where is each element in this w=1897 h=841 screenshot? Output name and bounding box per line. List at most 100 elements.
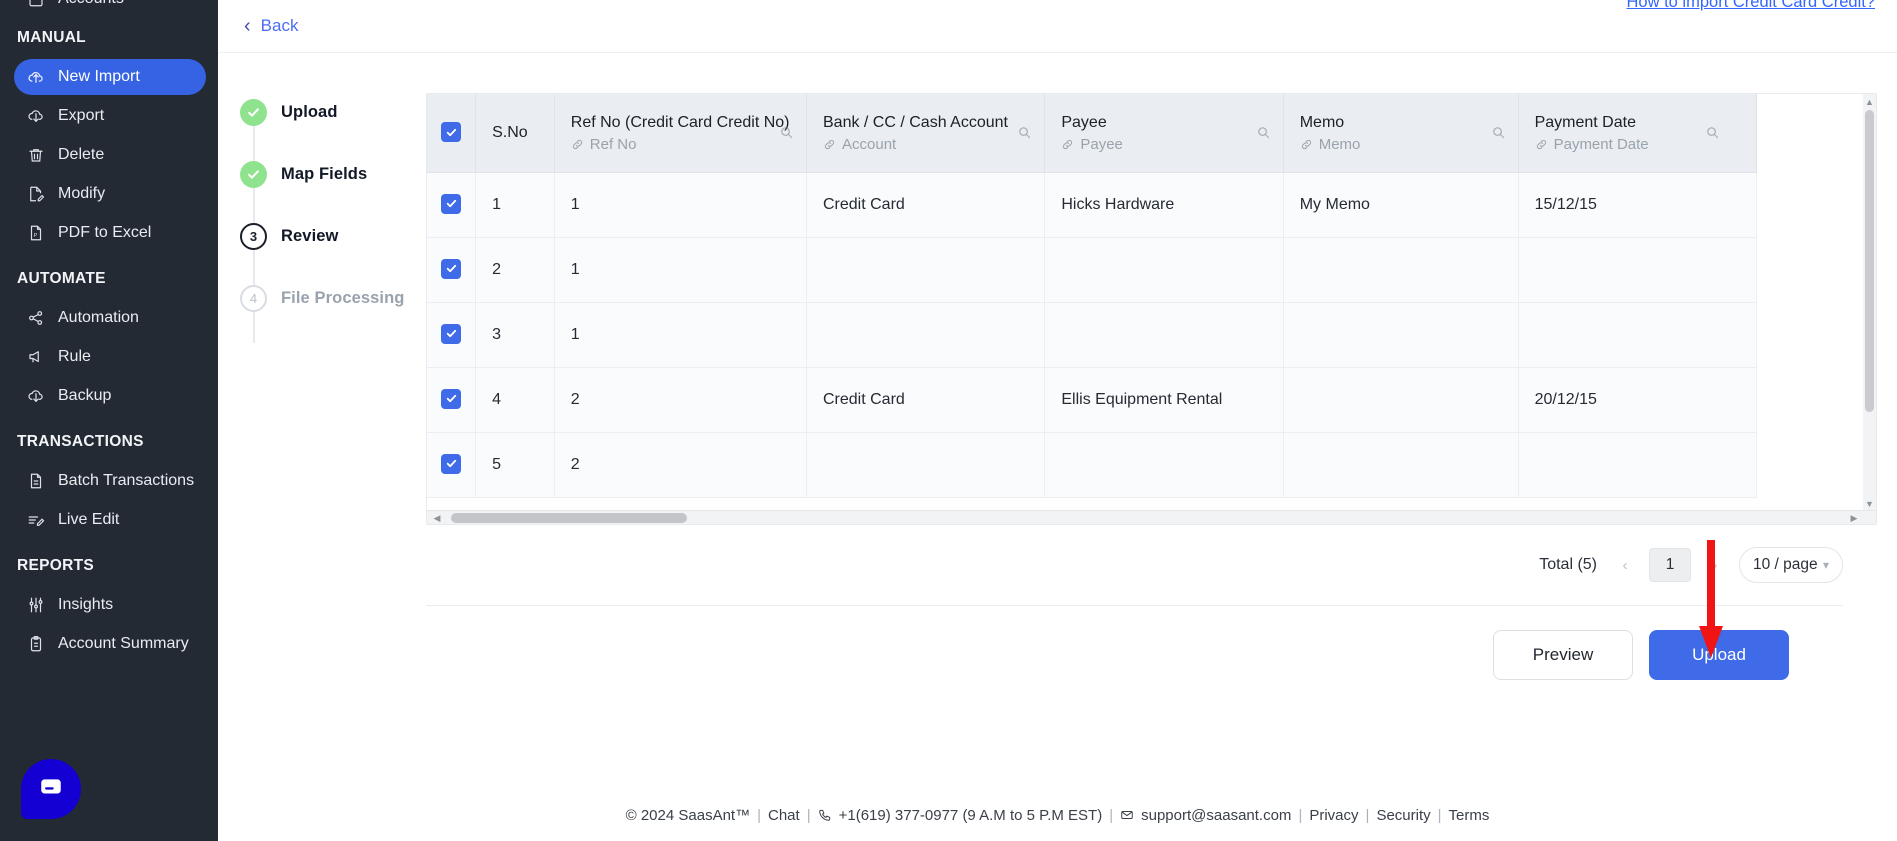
search-icon[interactable]	[1491, 125, 1506, 140]
step-review[interactable]: 3 Review	[240, 221, 426, 251]
vertical-scroll-thumb[interactable]	[1865, 110, 1874, 412]
step-map-fields[interactable]: Map Fields	[240, 159, 426, 189]
footer-security-link[interactable]: Security	[1376, 807, 1430, 824]
page-size-value: 10 / page	[1753, 556, 1818, 573]
search-icon[interactable]	[779, 125, 794, 140]
sidebar-item-accounts[interactable]: Accounts	[14, 0, 206, 10]
prev-page-button[interactable]: ‹	[1614, 557, 1636, 574]
cell-payee[interactable]	[1044, 237, 1284, 303]
sidebar-item-new-import[interactable]: New Import	[14, 59, 206, 95]
cell-memo[interactable]: My Memo	[1283, 172, 1519, 238]
total-count-label: Total (5)	[1539, 556, 1597, 573]
scroll-up-icon[interactable]: ▲	[1863, 94, 1876, 110]
upload-button[interactable]: Upload	[1649, 630, 1789, 680]
table-row[interactable]: 1 1 Credit Card Hicks Hardware My Memo 1…	[427, 172, 1758, 238]
horizontal-scroll-thumb[interactable]	[451, 513, 687, 523]
header-payment-date[interactable]: Payment Date Payment Date	[1518, 94, 1758, 173]
cell-payee[interactable]	[1044, 302, 1284, 368]
table-row[interactable]: 2 1	[427, 237, 1758, 303]
cell-ref[interactable]: 2	[554, 367, 808, 433]
cloud-download-icon	[26, 107, 45, 126]
cell-date[interactable]	[1518, 432, 1758, 498]
footer-email[interactable]: support@saasant.com	[1141, 807, 1291, 824]
search-icon[interactable]	[1256, 125, 1271, 140]
cell-date[interactable]: 20/12/15	[1518, 367, 1758, 433]
search-icon[interactable]	[1705, 125, 1720, 140]
cell-date[interactable]	[1518, 302, 1758, 368]
table-head: S.No Ref No (Credit Card Credit No) Ref …	[427, 94, 1758, 173]
cell-sno: 2	[475, 237, 555, 303]
chat-widget-button[interactable]	[21, 759, 81, 819]
sidebar-item-batch-transactions[interactable]: Batch Transactions	[14, 463, 206, 499]
phone-icon	[818, 808, 832, 822]
row-checkbox[interactable]	[441, 323, 462, 344]
edit-lines-icon	[26, 511, 45, 530]
row-checkbox[interactable]	[441, 388, 462, 409]
cell-memo[interactable]	[1283, 237, 1519, 303]
search-icon[interactable]	[1017, 125, 1032, 140]
cell-ref[interactable]: 2	[554, 432, 808, 498]
header-payee[interactable]: Payee Payee	[1044, 94, 1284, 173]
cell-payee[interactable]	[1044, 432, 1284, 498]
cell-bank[interactable]: Credit Card	[806, 367, 1046, 433]
row-checkbox-cell[interactable]	[427, 432, 477, 498]
cell-ref[interactable]: 1	[554, 237, 808, 303]
footer-privacy-link[interactable]: Privacy	[1309, 807, 1358, 824]
table-vertical-scrollbar[interactable]: ▲ ▼	[1863, 94, 1876, 512]
table-row[interactable]: 4 2 Credit Card Ellis Equipment Rental 2…	[427, 367, 1758, 433]
cell-bank[interactable]	[806, 302, 1046, 368]
row-checkbox[interactable]	[441, 453, 462, 474]
back-button[interactable]: ‹ Back	[244, 16, 298, 36]
cell-payee[interactable]: Ellis Equipment Rental	[1044, 367, 1284, 433]
cell-bank[interactable]	[806, 237, 1046, 303]
sidebar-item-insights[interactable]: Insights	[14, 587, 206, 623]
scroll-left-icon[interactable]: ◀	[429, 511, 445, 524]
table-row[interactable]: 5 2	[427, 432, 1758, 498]
next-page-button[interactable]: ›	[1704, 557, 1726, 574]
header-sno[interactable]: S.No	[475, 94, 555, 173]
cell-ref[interactable]: 1	[554, 302, 808, 368]
row-checkbox[interactable]	[441, 258, 462, 279]
cell-memo[interactable]	[1283, 367, 1519, 433]
sidebar-item-label: Modify	[58, 185, 106, 202]
sidebar-item-account-summary[interactable]: Account Summary	[14, 626, 206, 662]
cell-bank[interactable]: Credit Card	[806, 172, 1046, 238]
header-select-all[interactable]	[427, 94, 477, 173]
footer-chat-link[interactable]: Chat	[768, 807, 800, 824]
row-checkbox-cell[interactable]	[427, 302, 477, 368]
row-checkbox-cell[interactable]	[427, 367, 477, 433]
cell-date[interactable]: 15/12/15	[1518, 172, 1758, 238]
how-to-import-link[interactable]: How to import Credit Card Credit?	[1627, 0, 1876, 12]
page-size-selector[interactable]: 10 / page ▾	[1739, 547, 1843, 583]
row-checkbox-cell[interactable]	[427, 172, 477, 238]
step-upload[interactable]: Upload	[240, 97, 426, 127]
cell-memo[interactable]	[1283, 432, 1519, 498]
header-ref-no[interactable]: Ref No (Credit Card Credit No) Ref No	[554, 94, 808, 173]
cell-memo[interactable]	[1283, 302, 1519, 368]
sidebar-item-live-edit[interactable]: Live Edit	[14, 502, 206, 538]
scroll-right-icon[interactable]: ▶	[1846, 511, 1862, 524]
sidebar-item-automation[interactable]: Automation	[14, 300, 206, 336]
row-checkbox[interactable]	[441, 193, 462, 214]
footer-phone[interactable]: +1(619) 377-0977 (9 A.M to 5 P.M EST)	[839, 807, 1103, 824]
page-number-button[interactable]: 1	[1649, 548, 1691, 582]
select-all-checkbox[interactable]	[441, 122, 462, 142]
sidebar-item-modify[interactable]: Modify	[14, 176, 206, 212]
sidebar-item-backup[interactable]: Backup	[14, 378, 206, 414]
cell-ref[interactable]: 1	[554, 172, 808, 238]
table-body: 1 1 Credit Card Hicks Hardware My Memo 1…	[427, 172, 1758, 498]
sidebar-item-rule[interactable]: Rule	[14, 339, 206, 375]
sidebar-item-pdf-to-excel[interactable]: P PDF to Excel	[14, 215, 206, 251]
footer-terms-link[interactable]: Terms	[1449, 807, 1490, 824]
header-bank-cc-cash-account[interactable]: Bank / CC / Cash Account Account	[806, 94, 1046, 173]
cell-payee[interactable]: Hicks Hardware	[1044, 172, 1284, 238]
row-checkbox-cell[interactable]	[427, 237, 477, 303]
cell-date[interactable]	[1518, 237, 1758, 303]
header-memo[interactable]: Memo Memo	[1283, 94, 1519, 173]
table-row[interactable]: 3 1	[427, 302, 1758, 368]
sidebar-item-delete[interactable]: Delete	[14, 137, 206, 173]
table-horizontal-scrollbar[interactable]: ◀ ▶	[427, 510, 1876, 524]
cell-bank[interactable]	[806, 432, 1046, 498]
preview-button[interactable]: Preview	[1493, 630, 1633, 680]
sidebar-item-export[interactable]: Export	[14, 98, 206, 134]
